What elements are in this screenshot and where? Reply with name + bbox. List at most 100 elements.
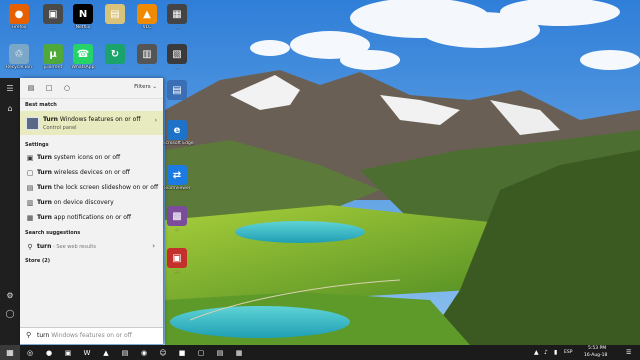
settings-result-row[interactable]: ▦ Turn app notifications on or off bbox=[20, 211, 163, 225]
settings-result-row[interactable]: ▣ Turn system icons on or off bbox=[20, 151, 163, 165]
desktop-icon-label: ... bbox=[174, 25, 180, 30]
taskbar: ▦ ◎ ● ▣ W ▲ ▤ ◉ ☺ ■ ▢ ▤ ▦ ▲ ♪ ▮ ESP 5:53 PM 16-Aug-… bbox=[0, 345, 640, 360]
settings-result-text: Turn app notifications on or off bbox=[37, 214, 132, 221]
best-match-header: Best match bbox=[25, 102, 57, 108]
network-icon[interactable]: ▲ bbox=[534, 349, 539, 356]
desktop-icon-label: ... bbox=[174, 65, 180, 70]
app-icon: ▤ bbox=[167, 80, 187, 100]
search-icon: ⚲ bbox=[26, 331, 32, 339]
search-typed-text: turn bbox=[37, 332, 50, 339]
desktop-icon[interactable]: ▣... bbox=[36, 4, 70, 30]
desktop-icon[interactable]: ⇄ TeamViewer bbox=[160, 165, 194, 191]
app-icon: µ bbox=[43, 44, 63, 64]
search-input[interactable]: ⚲ turn Windows features on or off bbox=[20, 327, 163, 344]
best-match-result[interactable]: Turn Windows features on or off Control … bbox=[20, 111, 163, 135]
search-query[interactable]: turn Windows features on or off bbox=[37, 332, 132, 339]
search-autocomplete-ghost: Windows features on or off bbox=[49, 332, 132, 339]
web-filter-icon[interactable]: ○ bbox=[62, 83, 72, 93]
taskbar-app-icon[interactable]: ◎ bbox=[24, 347, 36, 358]
account-icon[interactable]: ◯ bbox=[0, 305, 20, 321]
app-icon: ▦ bbox=[167, 4, 187, 24]
taskbar-app-icon[interactable]: ◉ bbox=[138, 347, 150, 358]
volume-icon[interactable]: ♪ bbox=[544, 349, 548, 356]
hamburger-menu-icon[interactable]: ☰ bbox=[0, 80, 20, 96]
desktop-icon[interactable]: µ µTorrent bbox=[36, 44, 70, 70]
desktop-icon[interactable]: ☎ WhatsApp bbox=[66, 44, 100, 70]
settings-icon: ▤ bbox=[26, 184, 34, 192]
desktop-icon-label: Netflix bbox=[75, 25, 91, 30]
desktop-icon-label: Firefox bbox=[11, 25, 27, 30]
settings-icon: ▣ bbox=[26, 154, 34, 162]
system-tray: ▲ ♪ ▮ ESP 5:53 PM 16-Aug-18 ☰ bbox=[530, 345, 640, 360]
settings-result-row[interactable]: ▥ Turn on device discovery bbox=[20, 196, 163, 210]
clock-time[interactable]: 5:53 PM bbox=[588, 346, 606, 351]
desktop-icon[interactable]: ● Firefox bbox=[2, 4, 36, 30]
search-filter-bar: ▤ □ ○ Filters ⌄ bbox=[20, 78, 163, 99]
desktop-icon-label: TeamViewer bbox=[163, 186, 191, 191]
start-button[interactable]: ▦ bbox=[0, 345, 20, 360]
desktop-icon[interactable]: ▣... bbox=[160, 248, 194, 274]
desktop-icon[interactable]: ▤ bbox=[160, 80, 194, 101]
battery-icon[interactable]: ▮ bbox=[554, 349, 557, 356]
chevron-down-icon: ⌄ bbox=[152, 84, 157, 90]
desktop-icon-label: ... bbox=[174, 227, 180, 232]
app-icon: ♲ bbox=[9, 44, 29, 64]
store-header: Store (2) bbox=[25, 258, 51, 264]
best-match-title: Turn Windows features on or off bbox=[43, 116, 141, 123]
app-icon: ▤ bbox=[105, 4, 125, 24]
taskbar-app-icon[interactable]: ■ bbox=[176, 347, 188, 358]
desktop-icon[interactable]: ▩... bbox=[160, 206, 194, 232]
app-icon: ▣ bbox=[43, 4, 63, 24]
settings-result-text: Turn on device discovery bbox=[37, 199, 114, 206]
desktop-icon[interactable]: e Microsoft Edge bbox=[160, 120, 194, 146]
action-center-icon[interactable]: ☰ bbox=[626, 349, 631, 356]
app-icon: ☎ bbox=[73, 44, 93, 64]
desktop-icon-label: ... bbox=[50, 25, 56, 30]
desktop-icon-label: VLC bbox=[142, 25, 152, 30]
desktop-icon[interactable]: ▲ VLC bbox=[130, 4, 164, 30]
open-arrow-icon[interactable]: › bbox=[155, 117, 157, 124]
app-icon: ↻ bbox=[105, 44, 125, 64]
best-match-subtitle: Control panel bbox=[43, 125, 77, 131]
filters-dropdown[interactable]: Filters ⌄ bbox=[134, 84, 157, 90]
desktop-icon-label: Recycle Bin bbox=[6, 65, 32, 70]
app-icon: ▲ bbox=[137, 4, 157, 24]
app-icon: ⇄ bbox=[167, 165, 187, 185]
app-icon: ▣ bbox=[167, 248, 187, 268]
settings-result-row[interactable]: ▤ Turn the lock screen slideshow on or of… bbox=[20, 181, 163, 195]
web-suggestion-text: turn - See web results bbox=[37, 243, 96, 250]
clock-date[interactable]: 16-Aug-18 bbox=[584, 353, 607, 358]
taskbar-app-icon[interactable]: ▤ bbox=[214, 347, 226, 358]
desktop-icon[interactable]: ▧... bbox=[160, 44, 194, 70]
desktop-icon[interactable]: ♲ Recycle Bin bbox=[2, 44, 36, 70]
search-results-panel: ▤ □ ○ Filters ⌄ Best match Turn Windows … bbox=[20, 78, 163, 343]
desktop-icon[interactable]: ▥... bbox=[130, 44, 164, 70]
desktop-icon[interactable]: ▦... bbox=[160, 4, 194, 30]
app-icon: ● bbox=[9, 4, 29, 24]
taskbar-app-icon[interactable]: ▤ bbox=[119, 347, 131, 358]
documents-filter-icon[interactable]: □ bbox=[44, 83, 54, 93]
taskbar-app-icon[interactable]: ☺ bbox=[157, 347, 169, 358]
settings-gear-icon[interactable]: ⚙ bbox=[0, 287, 20, 303]
desktop-icon[interactable]: ▤... bbox=[98, 4, 132, 30]
desktop-icon[interactable]: N Netflix bbox=[66, 4, 100, 30]
taskbar-app-icon[interactable]: ▢ bbox=[195, 347, 207, 358]
taskbar-app-icon[interactable]: ▣ bbox=[62, 347, 74, 358]
settings-result-row[interactable]: ▢ Turn wireless devices on or off bbox=[20, 166, 163, 180]
web-suggestion-row[interactable]: ⚲ turn - See web results › bbox=[20, 240, 163, 254]
chevron-right-icon[interactable]: › bbox=[152, 242, 155, 250]
settings-result-text: Turn wireless devices on or off bbox=[37, 169, 130, 176]
desktop-icon[interactable]: ↻... bbox=[98, 44, 132, 70]
taskbar-app-icon[interactable]: ● bbox=[43, 347, 55, 358]
taskbar-app-icon[interactable]: ▦ bbox=[233, 347, 245, 358]
home-icon[interactable]: ⌂ bbox=[0, 100, 20, 116]
filters-label: Filters bbox=[134, 84, 151, 90]
taskbar-app-icon[interactable]: ▲ bbox=[100, 347, 112, 358]
taskbar-app-icon[interactable]: W bbox=[81, 347, 93, 358]
app-icon: ▩ bbox=[167, 206, 187, 226]
control-panel-icon bbox=[26, 117, 39, 130]
input-language[interactable]: ESP bbox=[564, 350, 572, 355]
all-results-icon[interactable]: ▤ bbox=[26, 83, 36, 93]
desktop-icon-label: WhatsApp bbox=[71, 65, 95, 70]
search-icon: ⚲ bbox=[27, 243, 33, 251]
